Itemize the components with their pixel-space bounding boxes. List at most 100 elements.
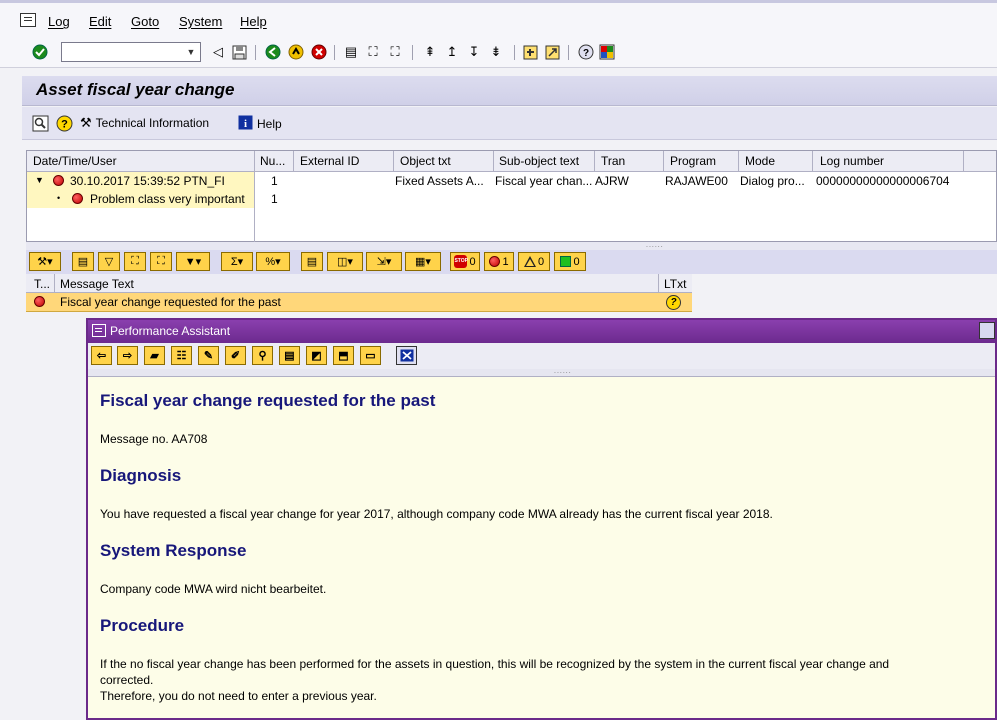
assistant-title-bar[interactable]: Performance Assistant [88, 320, 995, 343]
menu-log[interactable]: Log [48, 14, 70, 29]
technical-information-label: Technical Information [95, 116, 210, 130]
print-icon[interactable]: ▭ [360, 346, 381, 365]
technical-information-button[interactable]: ⚒ Technical Information [80, 115, 209, 131]
command-field[interactable]: ▼ [61, 42, 201, 62]
exit-icon[interactable] [287, 43, 305, 61]
long-text-question-icon[interactable]: ? [666, 294, 681, 310]
find-icon[interactable]: ⛶ [124, 252, 146, 271]
assistant-content: Fiscal year change requested for the pas… [88, 377, 995, 718]
views-dropdown-button[interactable]: ◫▾ [327, 252, 363, 271]
menu-system[interactable]: System [179, 14, 222, 29]
table-icon[interactable]: ▤ [279, 346, 300, 365]
success-square-icon [560, 256, 572, 267]
save-icon[interactable] [230, 43, 248, 61]
book-icon[interactable]: ▰ [144, 346, 165, 365]
close-icon[interactable] [396, 346, 417, 365]
col-object-txt[interactable]: Object txt [400, 154, 451, 168]
technical-info-dropdown-button[interactable]: ⚒▾ [29, 252, 61, 271]
find-icon[interactable]: ⛶ [364, 43, 382, 61]
next-page-icon[interactable]: ↧ [465, 43, 483, 61]
back-icon[interactable] [264, 43, 282, 61]
message-row[interactable]: Fiscal year change requested for the pas… [26, 293, 692, 312]
log-row[interactable]: ▼ 30.10.2017 15:39:52 PTN_FI 1 Fixed Ass… [27, 172, 996, 190]
col-external-id[interactable]: External ID [300, 154, 359, 168]
subtotal-dropdown-button[interactable]: %▾ [256, 252, 290, 271]
error-count-button[interactable]: 1 [484, 252, 514, 271]
edit-icon[interactable]: ✎ [198, 346, 219, 365]
find-next-icon[interactable]: ⛶ [386, 43, 404, 61]
first-page-icon[interactable]: ⇞ [421, 43, 439, 61]
menu-edit[interactable]: Edit [89, 14, 111, 29]
success-count: 0 [573, 255, 580, 268]
cancel-icon[interactable] [310, 43, 328, 61]
layout-dropdown-button[interactable]: ▦▾ [405, 252, 441, 271]
technical-view-icon[interactable]: ◩ [306, 346, 327, 365]
procedure-text-line-3: Therefore, you do not need to enter a pr… [100, 689, 377, 703]
filter-layout-icon[interactable]: ▽ [98, 252, 120, 271]
forward-arrow-icon[interactable]: ⇨ [117, 346, 138, 365]
sum-dropdown-button[interactable]: Σ▾ [221, 252, 253, 271]
export-dropdown-button[interactable]: ⇲▾ [366, 252, 402, 271]
assistant-splitter[interactable]: ...... [88, 368, 995, 377]
error-count: 1 [502, 255, 509, 268]
splitter-handle[interactable]: ...... [26, 242, 997, 250]
warning-count-button[interactable]: 0 [518, 252, 550, 271]
layout-menu-icon[interactable] [598, 43, 616, 61]
diagnosis-heading: Diagnosis [100, 466, 182, 485]
print-preview-icon[interactable]: ▤ [301, 252, 323, 271]
bullet-icon: • [57, 193, 61, 203]
col-mode[interactable]: Mode [745, 154, 775, 168]
back-arrow-icon[interactable]: ⇦ [91, 346, 112, 365]
success-count-button[interactable]: 0 [554, 252, 586, 271]
print-icon[interactable]: ▤ [342, 43, 360, 61]
detail-view-button[interactable] [32, 115, 49, 135]
filter-dropdown-button[interactable]: ▼▾ [176, 252, 210, 271]
error-status-icon [53, 175, 64, 189]
stop-sign-icon: STOP [454, 255, 468, 268]
info-view-icon[interactable]: ⬒ [333, 346, 354, 365]
message-grid-header: T... Message Text LTxt [26, 274, 692, 293]
previous-page-icon[interactable]: ↥ [443, 43, 461, 61]
chevron-down-icon[interactable]: ▼ [184, 44, 198, 60]
col-date-time-user[interactable]: Date/Time/User [33, 154, 117, 168]
menu-goto[interactable]: Goto [131, 14, 159, 29]
col-ltxt[interactable]: LTxt [664, 277, 686, 291]
create-session-icon[interactable] [521, 43, 539, 61]
svg-text:i: i [244, 118, 247, 130]
col-type[interactable]: T... [34, 277, 50, 291]
col-tran[interactable]: Tran [601, 154, 625, 168]
log-tree-header: Date/Time/User Nu... External ID Object … [27, 151, 996, 172]
search-help-icon[interactable]: ⚲ [252, 346, 273, 365]
glossary-icon[interactable]: ✐ [225, 346, 246, 365]
last-page-icon[interactable]: ⇟ [487, 43, 505, 61]
stop-count-button[interactable]: STOP 0 [450, 252, 480, 271]
shortcut-icon[interactable] [543, 43, 561, 61]
message-number: Message no. AA708 [100, 432, 208, 446]
enter-checkmark-icon[interactable] [31, 43, 49, 61]
log-number-count: 1 [271, 174, 278, 188]
system-response-text: Company code MWA wird nicht bearbeitet. [100, 582, 327, 596]
system-menu-icon[interactable] [20, 13, 36, 27]
col-message-text[interactable]: Message Text [60, 277, 134, 291]
log-log-number: 00000000000000006704 [816, 174, 950, 188]
page-title: Asset fiscal year change [36, 80, 235, 99]
log-subrow[interactable]: • Problem class very important 1 [27, 190, 996, 208]
find-next-icon[interactable]: ⛶ [150, 252, 172, 271]
help-icon[interactable]: ? [577, 43, 595, 61]
help-info-button[interactable]: i Help [238, 115, 282, 133]
minimize-button[interactable] [979, 322, 995, 339]
col-number[interactable]: Nu... [260, 154, 285, 168]
menu-help[interactable]: Help [240, 14, 267, 29]
col-subobject-text[interactable]: Sub-object text [499, 154, 579, 168]
system-response-heading: System Response [100, 541, 247, 560]
structure-icon[interactable]: ☷ [171, 346, 192, 365]
procedure-text-line-1: If the no fiscal year change has been pe… [100, 657, 890, 671]
window-menu-icon[interactable] [92, 324, 106, 337]
help-button[interactable]: ? [56, 115, 73, 135]
col-log-number[interactable]: Log number [820, 154, 884, 168]
print-icon[interactable]: ▤ [72, 252, 94, 271]
log-tree: Date/Time/User Nu... External ID Object … [26, 150, 997, 242]
col-program[interactable]: Program [670, 154, 716, 168]
expand-triangle-icon[interactable]: ▼ [35, 175, 44, 185]
collapse-left-icon[interactable]: ◁ [209, 43, 227, 61]
